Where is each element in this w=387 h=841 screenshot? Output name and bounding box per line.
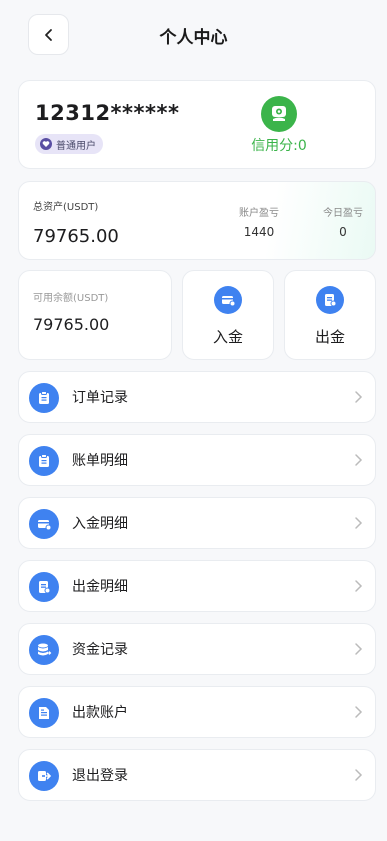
balance-value: 79765.00	[33, 315, 110, 334]
chevron-right-icon	[355, 706, 363, 718]
total-assets-label: 总资产(USDT)	[33, 202, 99, 213]
clipboard-icon	[29, 383, 59, 413]
chevron-right-icon	[355, 769, 363, 781]
card-in-icon	[214, 286, 242, 314]
menu-item-payout-account[interactable]: 出款账户	[18, 686, 376, 738]
user-card: 12312****** 普通用户 信用分:0	[18, 80, 376, 169]
credit-score: 信用分:0	[251, 138, 307, 154]
flower-icon	[261, 96, 297, 132]
clipboard-icon	[29, 446, 59, 476]
total-assets-value: 79765.00	[33, 226, 119, 247]
today-pl-label: 今日盈亏	[323, 208, 363, 219]
deposit-label: 入金	[212, 328, 243, 346]
page-title: 个人中心	[159, 27, 228, 48]
menu-item-label: 出金明细	[72, 579, 128, 595]
user-level-label: 普通用户	[56, 140, 96, 152]
chevron-right-icon	[355, 517, 363, 529]
account-pl-label: 账户盈亏	[239, 208, 279, 219]
database-icon	[29, 635, 59, 665]
doc-out-icon	[316, 286, 344, 314]
menu-item-withdraw-details[interactable]: 出金明细	[18, 560, 376, 612]
menu-item-label: 入金明细	[72, 516, 128, 532]
menu-item-label: 出款账户	[72, 705, 128, 721]
menu-item-deposit-details[interactable]: 入金明细	[18, 497, 376, 549]
menu-item-label: 资金记录	[72, 642, 128, 658]
menu-item-logout[interactable]: 退出登录	[18, 749, 376, 801]
card-in-icon	[29, 509, 59, 539]
chevron-left-icon	[44, 28, 52, 41]
withdraw-button[interactable]: 出金	[284, 270, 376, 360]
balance-card: 可用余额(USDT) 79765.00	[18, 270, 172, 360]
document-icon	[29, 698, 59, 728]
withdraw-label: 出金	[314, 328, 345, 346]
chevron-right-icon	[355, 643, 363, 655]
logout-icon	[29, 761, 59, 791]
doc-out-icon	[29, 572, 59, 602]
chevron-right-icon	[355, 391, 363, 403]
menu-item-label: 退出登录	[72, 768, 128, 784]
account-pl-value: 1440	[243, 225, 275, 239]
chevron-right-icon	[355, 454, 363, 466]
balance-label: 可用余额(USDT)	[33, 293, 109, 304]
chevron-right-icon	[355, 580, 363, 592]
assets-card: 总资产(USDT) 79765.00 账户盈亏 1440 今日盈亏 0	[18, 181, 376, 260]
back-button[interactable]	[28, 14, 69, 55]
deposit-button[interactable]: 入金	[182, 270, 274, 360]
menu-item-bill-details[interactable]: 账单明细	[18, 434, 376, 486]
menu-item-label: 账单明细	[72, 453, 128, 469]
user-level-badge: 普通用户	[35, 134, 103, 154]
menu-item-order-records[interactable]: 订单记录	[18, 371, 376, 423]
user-id: 12312******	[35, 101, 180, 125]
menu-item-fund-records[interactable]: 资金记录	[18, 623, 376, 675]
heart-icon	[40, 138, 52, 150]
today-pl-value: 0	[339, 225, 347, 239]
header-bar: 个人中心	[0, 0, 387, 70]
menu-item-label: 订单记录	[72, 390, 128, 406]
